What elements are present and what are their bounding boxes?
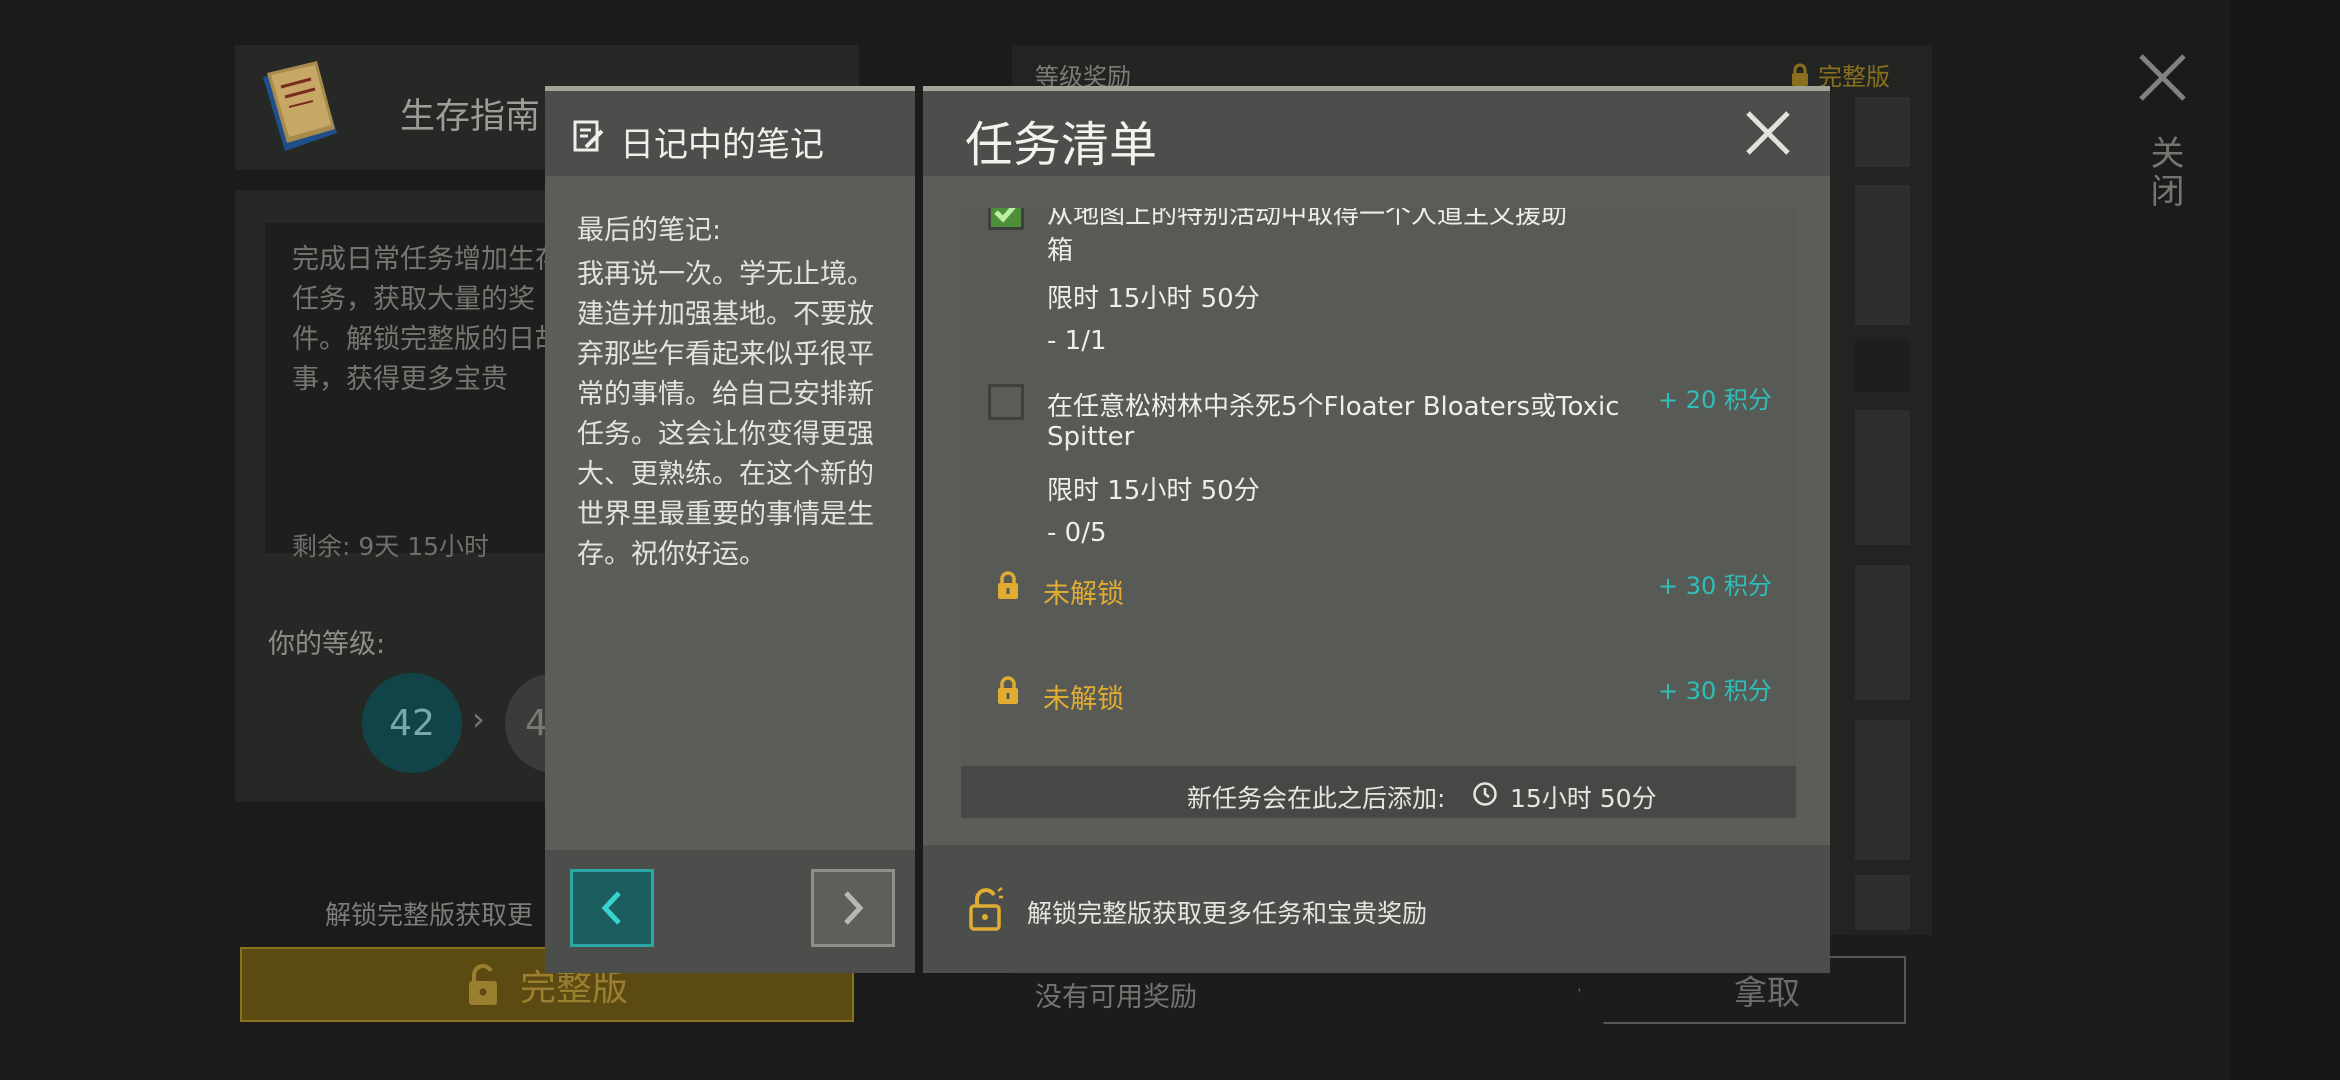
reward-row: [1855, 565, 1910, 700]
chevron-right-icon: ›: [472, 700, 485, 738]
lock-icon: [998, 676, 1018, 704]
no-rewards-text: 没有可用奖励: [1035, 982, 1197, 1013]
current-level-badge: 42: [362, 673, 462, 773]
last-note-label: 最后的笔记:: [577, 215, 722, 246]
new-task-timer-label: 新任务会在此之后添加:: [1187, 784, 1446, 813]
new-task-timer-value: 15小时 50分: [1510, 784, 1657, 813]
reward-row: [1855, 720, 1910, 860]
task-text: 从地图上的特别活动中取得一个人道主义援助: [1047, 208, 1568, 230]
task-points: + 30 积分: [1658, 677, 1772, 705]
task-checkbox-checked[interactable]: [988, 208, 1024, 230]
locked-task-label: 未解锁: [1043, 579, 1124, 610]
task-progress: - 1/1: [1047, 326, 1107, 356]
previous-note-button[interactable]: [570, 869, 654, 947]
chevron-left-icon: [601, 891, 621, 925]
note-body-text: 我再说一次。学无止境。建造并加强基地。不要放弃那些乍看起来似乎很平常的事情。给自…: [577, 259, 874, 570]
diary-notes-title: 日记中的笔记: [620, 125, 824, 165]
guide-remaining-time: 剩余: 9天 15小时: [292, 532, 490, 561]
close-icon[interactable]: [2135, 50, 2190, 105]
task-text: 箱: [1047, 236, 1074, 266]
task-text: Spitter: [1047, 422, 1135, 452]
task-progress: - 0/5: [1047, 518, 1107, 548]
unlock-icon: [468, 963, 497, 1005]
clock-icon: [1473, 782, 1497, 806]
reward-row: [1855, 340, 1910, 392]
chevron-right-icon: [844, 891, 864, 925]
guide-unlock-text: 解锁完整版获取更: [325, 901, 534, 931]
unlock-icon: [969, 887, 1003, 931]
checkmark-icon: [994, 208, 1016, 223]
reward-row: [1855, 410, 1910, 545]
survival-book-icon: [263, 61, 337, 151]
note-edit-icon: [573, 120, 604, 152]
next-note-button[interactable]: [811, 869, 895, 947]
task-text: 在任意松树林中杀死5个Floater Bloaters或Toxic: [1047, 392, 1620, 422]
task-list[interactable]: 从地图上的特别活动中取得一个人道主义援助 箱 限时 15小时 50分 - 1/1…: [961, 208, 1796, 766]
reward-row: [1855, 875, 1910, 930]
lock-icon: [1792, 63, 1808, 86]
lock-icon: [998, 571, 1018, 599]
locked-task-label: 未解锁: [1043, 684, 1124, 715]
task-points: + 20 积分: [1658, 386, 1772, 414]
task-time-limit: 限时 15小时 50分: [1047, 476, 1260, 506]
reward-row: [1855, 185, 1910, 325]
close-label[interactable]: 关闭: [2140, 135, 2189, 211]
guide-description: 完成日常任务增加生存任务，获取大量的奖件。解锁完整版的日故事，获得更多宝贵: [292, 244, 562, 395]
right-side-strip: [2230, 0, 2340, 1080]
close-icon[interactable]: [1745, 110, 1791, 156]
reward-row: [1855, 97, 1910, 167]
guide-title: 生存指南: [400, 97, 541, 137]
task-points: + 30 积分: [1658, 572, 1772, 600]
task-checkbox[interactable]: [988, 384, 1024, 420]
task-time-limit: 限时 15小时 50分: [1047, 284, 1260, 314]
level-label: 你的等级:: [268, 629, 386, 660]
task-list-title: 任务清单: [965, 117, 1158, 173]
unlock-full-version-text[interactable]: 解锁完整版获取更多任务和宝贵奖励: [1027, 894, 1427, 930]
